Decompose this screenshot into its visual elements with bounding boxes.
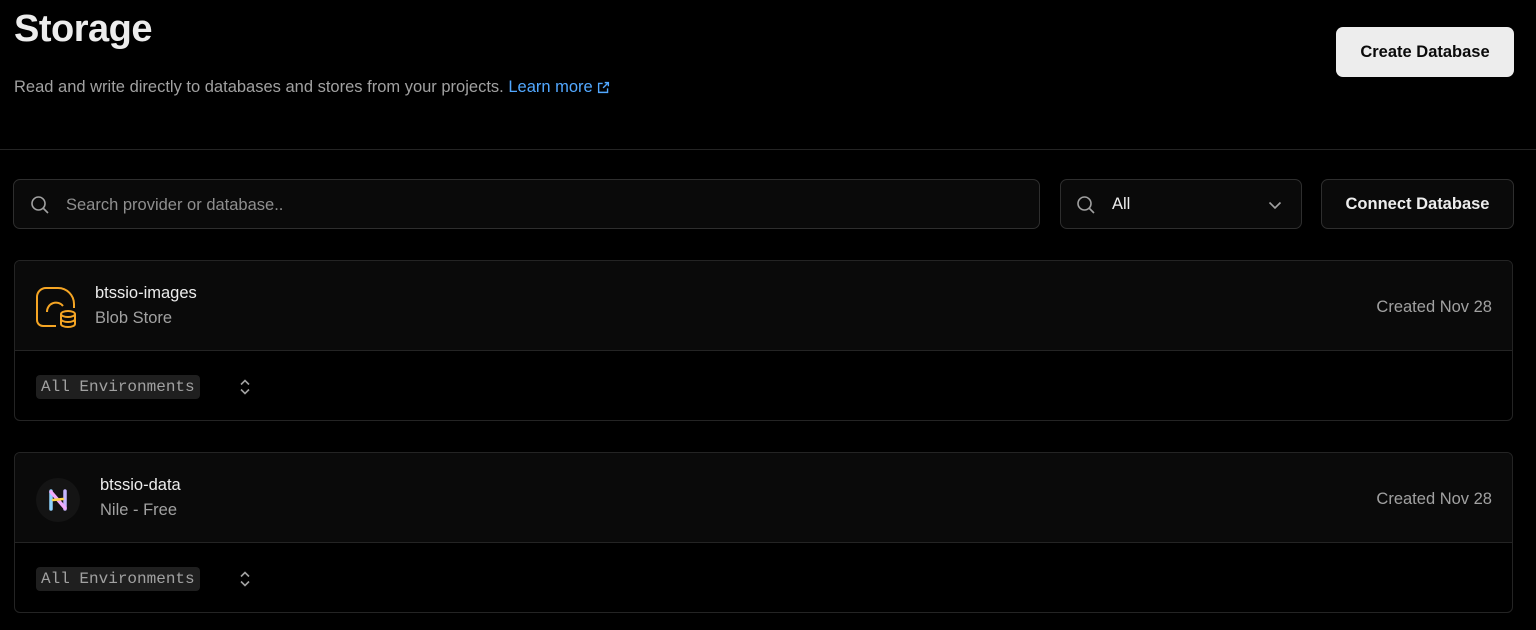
chevron-up-down-icon[interactable] xyxy=(237,378,253,396)
page-header: Storage Read and write directly to datab… xyxy=(0,0,1536,149)
search-box[interactable] xyxy=(13,179,1040,230)
search-input[interactable] xyxy=(64,180,1028,230)
store-card-header[interactable]: btssio-images Blob Store Created Nov 28 xyxy=(15,261,1512,351)
store-type: Blob Store xyxy=(95,309,173,327)
search-icon xyxy=(1077,196,1095,214)
subtitle-text: Read and write directly to databases and… xyxy=(14,78,504,96)
chevron-up-down-icon[interactable] xyxy=(237,570,253,588)
page-title: Storage xyxy=(14,8,152,50)
store-name: btssio-images xyxy=(95,284,197,302)
store-type: Nile - Free xyxy=(100,501,178,519)
external-link-icon xyxy=(597,81,609,94)
provider-filter-select[interactable]: All xyxy=(1060,179,1302,229)
store-card: btssio-images Blob Store Created Nov 28 … xyxy=(14,260,1513,421)
connect-database-button[interactable]: Connect Database xyxy=(1321,179,1514,229)
learn-more-link[interactable]: Learn more xyxy=(508,78,609,96)
nile-logo-icon xyxy=(36,478,80,522)
store-name: btssio-data xyxy=(100,476,181,494)
blob-store-icon xyxy=(36,287,76,329)
page-subtitle: Read and write directly to databases and… xyxy=(14,77,610,97)
environment-badge[interactable]: All Environments xyxy=(36,567,200,591)
store-card: btssio-data Nile - Free Created Nov 28 A… xyxy=(14,452,1513,613)
header-divider xyxy=(0,149,1536,150)
filter-value: All xyxy=(1112,195,1131,213)
learn-more-label: Learn more xyxy=(508,78,593,96)
store-created-date: Created Nov 28 xyxy=(1376,298,1492,316)
search-icon xyxy=(31,196,49,214)
environment-badge[interactable]: All Environments xyxy=(36,375,200,399)
store-created-date: Created Nov 28 xyxy=(1376,490,1492,508)
chevron-down-icon xyxy=(1268,201,1282,210)
store-card-header[interactable]: btssio-data Nile - Free Created Nov 28 xyxy=(15,453,1512,543)
create-database-button[interactable]: Create Database xyxy=(1336,27,1514,77)
